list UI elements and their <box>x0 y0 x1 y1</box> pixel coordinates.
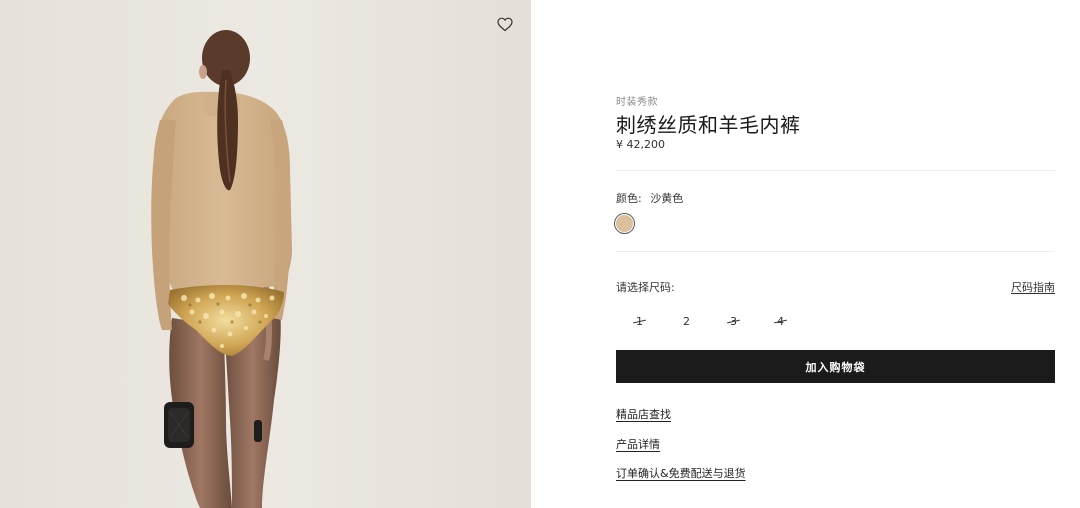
wishlist-button[interactable] <box>494 13 516 35</box>
color-info: 颜色: 沙黄色 <box>616 190 683 206</box>
color-swatch-sand[interactable] <box>616 215 633 232</box>
add-to-bag-button[interactable]: 加入购物袋 <box>616 350 1055 383</box>
size-option-4[interactable]: 4 <box>757 308 804 334</box>
product-category: 时装秀款 <box>616 97 658 108</box>
color-value: 沙黄色 <box>650 192 684 205</box>
size-label: 请选择尺码: <box>616 281 675 294</box>
model-illustration <box>0 0 531 508</box>
color-label: 颜色: <box>616 192 642 205</box>
size-guide-link[interactable]: 尺码指南 <box>1011 279 1055 295</box>
size-option-3[interactable]: 3 <box>710 308 757 334</box>
product-image <box>0 0 531 508</box>
product-title: 刺绣丝质和羊毛内裤 <box>616 113 801 137</box>
divider <box>616 170 1055 171</box>
product-price: ¥ 42,200 <box>616 138 665 151</box>
order-shipping-returns-link[interactable]: 订单确认&免费配送与退货 <box>616 465 746 481</box>
product-details-link[interactable]: 产品详情 <box>616 436 660 452</box>
heart-icon <box>497 17 513 31</box>
product-info-panel: 时装秀款 刺绣丝质和羊毛内裤 ¥ 42,200 颜色: 沙黄色 请选择尺码: 尺… <box>616 0 1055 508</box>
store-finder-link[interactable]: 精品店查找 <box>616 406 671 422</box>
divider <box>616 251 1055 252</box>
size-selector: 1 2 3 4 <box>616 308 804 334</box>
product-page: 时装秀款 刺绣丝质和羊毛内裤 ¥ 42,200 颜色: 沙黄色 请选择尺码: 尺… <box>0 0 1080 508</box>
size-option-1[interactable]: 1 <box>616 308 663 334</box>
size-option-2[interactable]: 2 <box>663 308 710 334</box>
